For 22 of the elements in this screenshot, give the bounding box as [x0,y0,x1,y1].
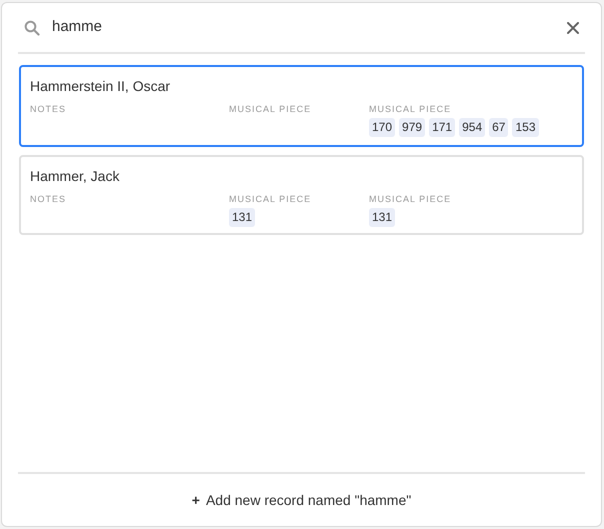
record-chip: 979 [399,118,426,137]
record-chip: 67 [489,118,508,137]
search-icon [24,20,40,36]
add-record-button[interactable]: + Add new record named "hamme" [192,490,412,510]
field-label: MUSICAL PIECE [369,103,452,115]
record-chip: 153 [512,118,539,137]
record-chip: 171 [429,118,456,137]
record-chip: 954 [459,118,486,137]
field-label: NOTES [30,103,68,115]
record-name: Hammerstein II, Oscar [30,77,172,95]
field-label: MUSICAL PIECE [369,193,452,205]
record-chip: 170 [369,118,396,137]
close-icon[interactable] [567,22,579,34]
field-label: NOTES [30,193,68,205]
field-label: MUSICAL PIECE [229,103,312,115]
record-card[interactable]: Hammerstein II, Oscar NOTES MUSICAL PIECE MUSICAL PIECE 170 979 171 954 67 153 [19,65,584,147]
record-name: Hammer, Jack [30,167,120,185]
record-chip: 131 [369,208,396,227]
record-chip: 131 [229,208,256,227]
search-field[interactable]: hamme [52,16,555,39]
record-card[interactable]: Hammer, Jack NOTES MUSICAL PIECE 131 MUSICAL PIECE 131 [19,155,584,235]
field-label: MUSICAL PIECE [229,193,312,205]
